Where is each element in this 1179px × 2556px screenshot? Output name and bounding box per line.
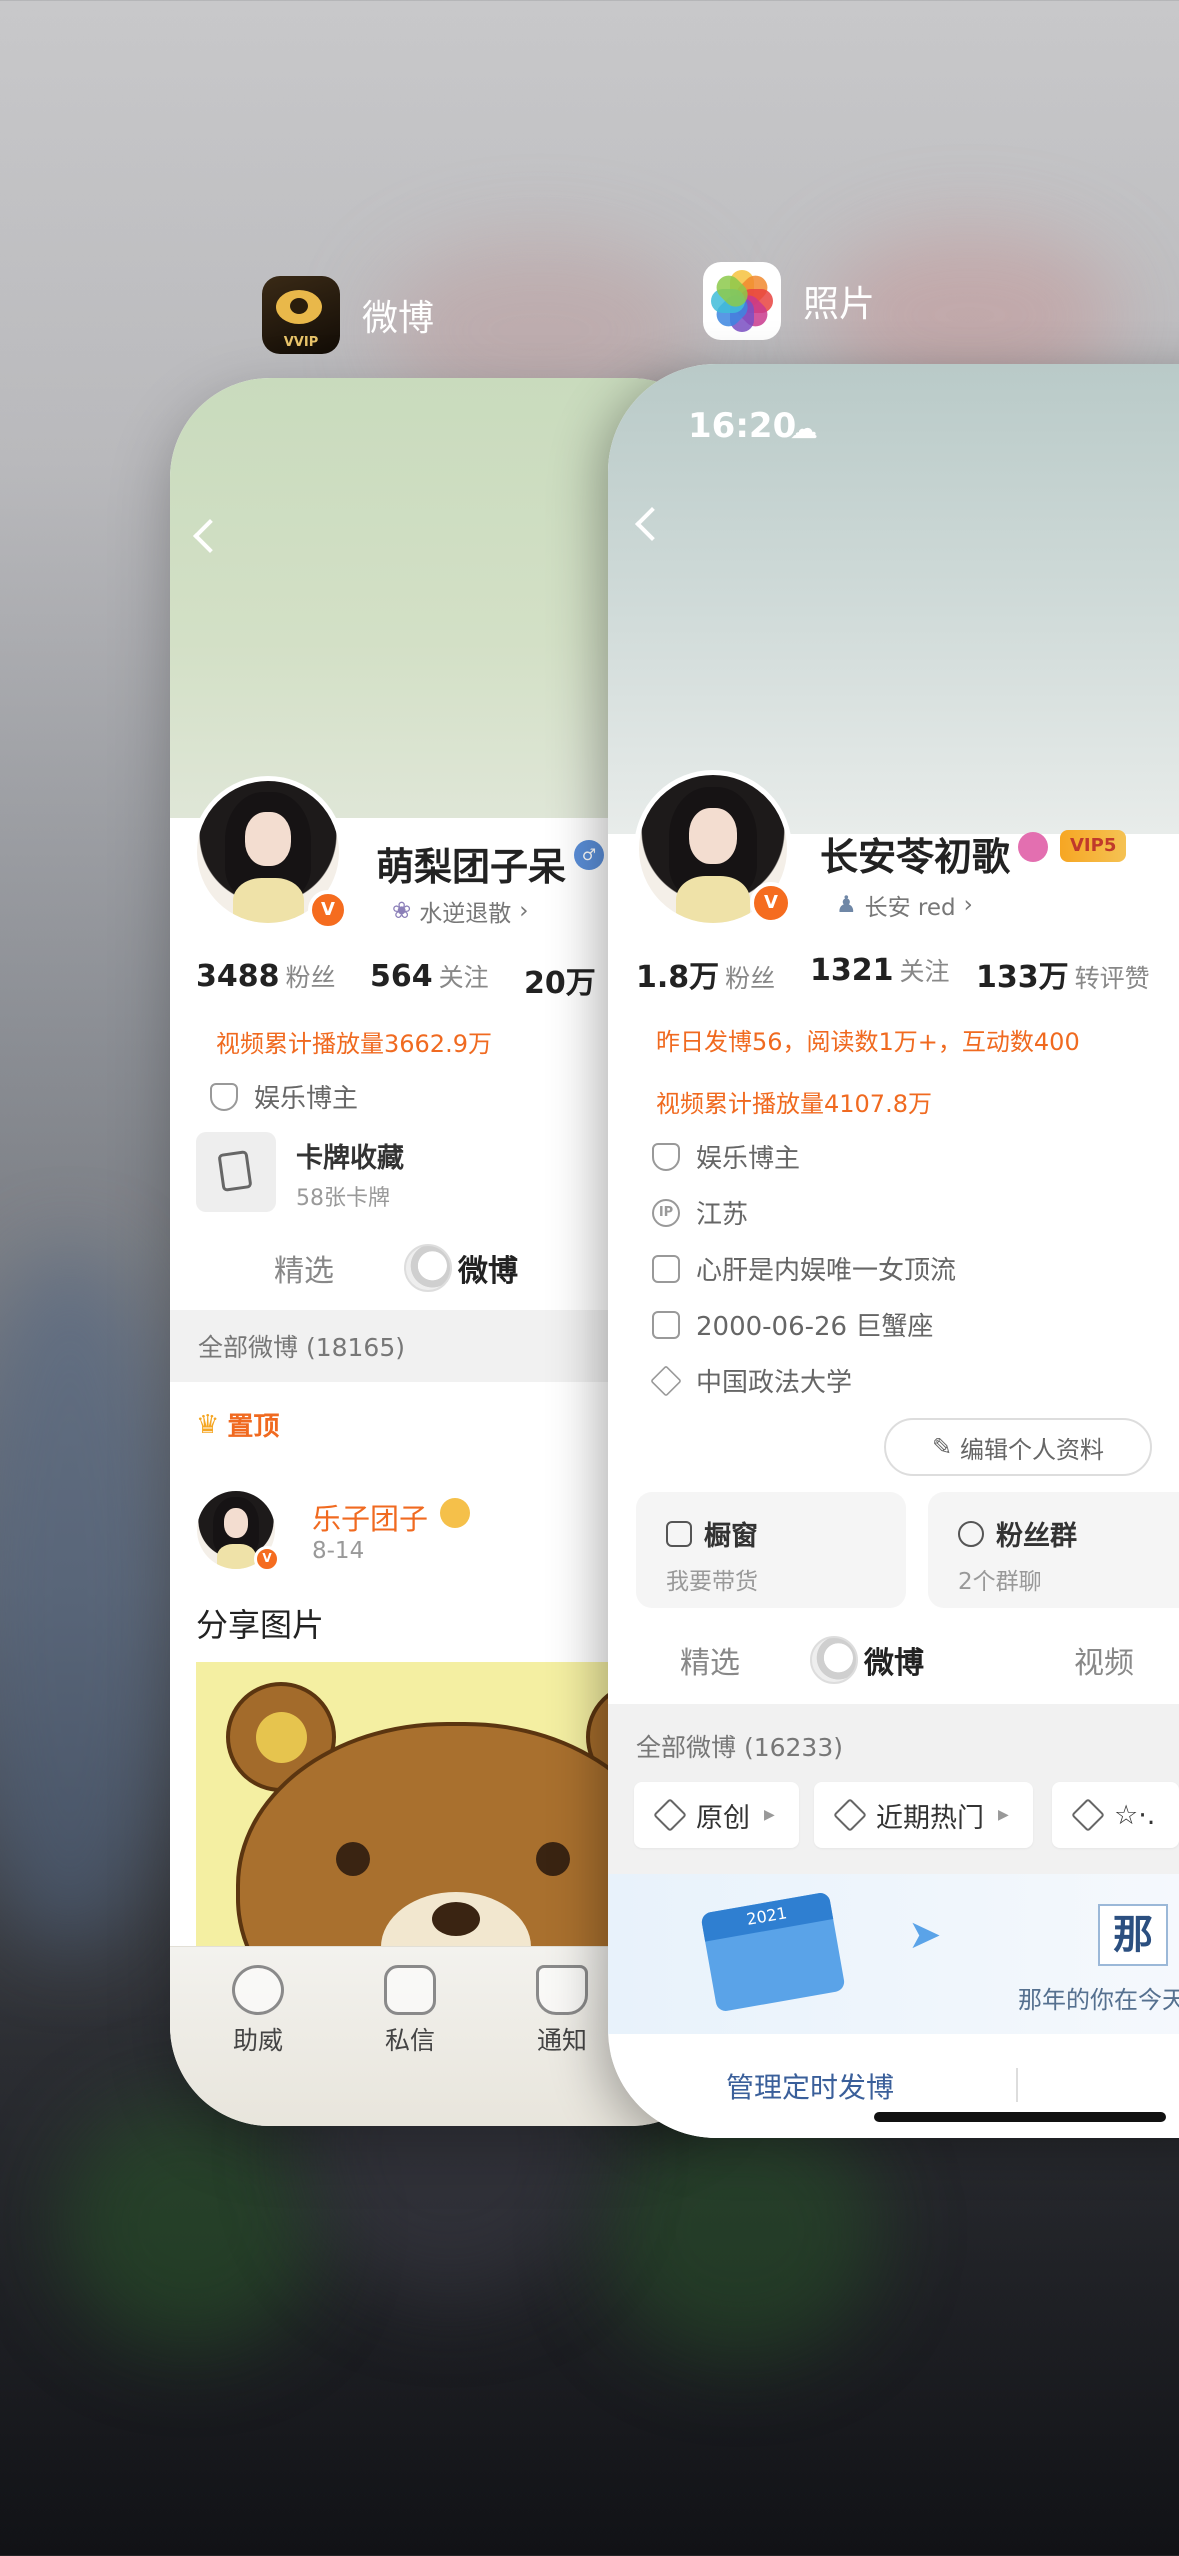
tab-featured[interactable]: 精选 bbox=[680, 1638, 740, 1682]
graduation-cap-icon bbox=[650, 1364, 682, 1397]
location-row: IP 江苏 bbox=[652, 1194, 748, 1231]
moon-icon bbox=[810, 1636, 858, 1684]
group-icon bbox=[958, 1520, 984, 1547]
nav-messages[interactable]: 私信 bbox=[384, 1965, 436, 2057]
stat-following[interactable]: 1321 关注 bbox=[810, 952, 950, 988]
card-collection-icon[interactable] bbox=[196, 1132, 276, 1212]
post-text: 分享图片 bbox=[196, 1606, 325, 1644]
tab-featured[interactable]: 精选 bbox=[274, 1246, 334, 1290]
memory-banner[interactable]: 2021 ➤ 那 那年的你在今天 bbox=[608, 1874, 1179, 2034]
shield-icon bbox=[652, 1142, 680, 1171]
divider bbox=[1016, 2068, 1018, 2102]
stat-likes[interactable]: 20万 bbox=[524, 958, 602, 1002]
stat-followers[interactable]: 3488 粉丝 bbox=[196, 958, 336, 994]
photos-app-icon bbox=[703, 262, 781, 340]
ip-location-icon: IP bbox=[652, 1198, 680, 1227]
photos-app-card[interactable]: 16:20 ☁ V 长安苓初歌 VIP5 ♟ 长安 red › 1.8万 粉丝 1… bbox=[608, 364, 1179, 2138]
post-author[interactable]: 乐子团子 bbox=[312, 1496, 428, 1538]
layers-icon bbox=[833, 1798, 867, 1832]
category-row: 娱乐博主 bbox=[652, 1138, 800, 1175]
profile-tabs: 精选 微博 视频 bbox=[680, 1636, 1134, 1684]
crown-icon: ♛ bbox=[196, 1409, 220, 1440]
member-badge-icon bbox=[440, 1498, 470, 1528]
profile-name: 长安苓初歌 bbox=[820, 835, 1011, 879]
lotus-icon: ❀ bbox=[392, 898, 412, 924]
profile-name: 萌梨团子呆 bbox=[376, 845, 567, 889]
bio-row: 心肝是内娱唯一女顶流 bbox=[652, 1250, 956, 1287]
photos-app-label[interactable]: 照片 bbox=[703, 262, 875, 340]
weibo-app-icon: VVIP bbox=[262, 276, 340, 354]
video-plays: 视频累计播放量4107.8万 bbox=[656, 1090, 932, 1118]
birthday-row: 2000-06-26 巨蟹座 bbox=[652, 1306, 933, 1343]
photos-app-name: 照片 bbox=[803, 284, 876, 325]
filter-recent-hot[interactable]: 近期热门 ▶ bbox=[814, 1782, 1033, 1848]
manage-bar: 管理定时发博 bbox=[608, 2054, 1179, 2138]
manage-scheduled-button[interactable]: 管理定时发博 bbox=[726, 2066, 894, 2106]
profile-tabs: 精选 微博 bbox=[274, 1244, 518, 1292]
status-time: 16:20 bbox=[688, 406, 797, 446]
post-date: 8-14 bbox=[312, 1538, 365, 1564]
chevron-right-icon: › bbox=[519, 898, 529, 924]
gender-female-icon bbox=[1018, 832, 1048, 862]
fan-group-box[interactable]: 粉丝群 2个群聊 bbox=[928, 1492, 1179, 1608]
verified-badge: V bbox=[254, 1546, 280, 1572]
filter-original[interactable]: 原创 ▶ bbox=[634, 1782, 799, 1848]
pinned-label: ♛ 置顶 bbox=[196, 1409, 280, 1443]
layers-icon bbox=[1071, 1798, 1105, 1832]
document-icon bbox=[652, 1254, 680, 1283]
gender-male-icon: ♂ bbox=[574, 840, 604, 870]
filter-custom[interactable]: ☆·. bbox=[1052, 1782, 1179, 1848]
verified-badge: V bbox=[308, 890, 348, 930]
banner-char: 那 bbox=[1098, 1904, 1168, 1966]
weibo-app-name: 微博 bbox=[362, 298, 435, 339]
banner-caption: 那年的你在今天 bbox=[1018, 1986, 1179, 2014]
stat-likes[interactable]: 133万 转评赞 bbox=[976, 952, 1150, 996]
weibo-app-label[interactable]: VVIP 微博 bbox=[262, 276, 434, 354]
background-blur bbox=[60, 2100, 320, 2350]
school-row: 中国政法大学 bbox=[650, 1362, 852, 1399]
triangle-right-icon: ▶ bbox=[998, 1807, 1009, 1823]
fan-badge[interactable]: ❀ 水逆退散 › bbox=[376, 888, 545, 934]
background-blur bbox=[600, 2100, 880, 2360]
pencil-icon: ✎ bbox=[931, 1433, 953, 1461]
tab-weibo[interactable]: 微博 bbox=[810, 1636, 924, 1684]
background-blur bbox=[0, 1250, 180, 1950]
paper-plane-icon: ➤ bbox=[908, 1912, 942, 1958]
message-icon bbox=[384, 1965, 436, 2015]
shield-icon bbox=[210, 1082, 238, 1111]
stat-following[interactable]: 564 关注 bbox=[370, 958, 489, 994]
nav-cheer[interactable]: 助威 bbox=[232, 1965, 284, 2057]
edit-profile-button[interactable]: ✎ 编辑个人资料 bbox=[884, 1418, 1152, 1476]
tab-weibo[interactable]: 微博 bbox=[404, 1244, 518, 1292]
chevron-right-icon: › bbox=[963, 892, 973, 918]
category-row: 娱乐博主 bbox=[210, 1078, 358, 1115]
cheer-icon bbox=[232, 1965, 284, 2015]
cloud-icon: ☁ bbox=[790, 412, 818, 445]
shop-icon bbox=[666, 1520, 692, 1547]
bell-icon bbox=[536, 1965, 588, 2015]
card-collection-sub: 58张卡牌 bbox=[296, 1186, 390, 1211]
verified-badge: V bbox=[750, 882, 792, 924]
calendar-icon bbox=[652, 1310, 680, 1339]
person-icon: ♟ bbox=[836, 892, 857, 918]
moon-icon bbox=[404, 1244, 452, 1292]
tab-video[interactable]: 视频 bbox=[1074, 1638, 1134, 1682]
fan-badge[interactable]: ♟ 长安 red › bbox=[820, 882, 989, 928]
home-indicator[interactable] bbox=[874, 2112, 1166, 2122]
card-collection-title[interactable]: 卡牌收藏 bbox=[296, 1136, 404, 1175]
vip-badge[interactable]: VIP5 bbox=[1060, 830, 1127, 862]
activity-summary: 昨日发博56，阅读数1万+，互动数400 bbox=[656, 1028, 1080, 1056]
stat-followers[interactable]: 1.8万 粉丝 bbox=[636, 952, 775, 996]
calendar-illustration: 2021 bbox=[700, 1891, 846, 2013]
layers-icon bbox=[653, 1798, 687, 1832]
nav-notifications[interactable]: 通知 bbox=[536, 1965, 588, 2057]
video-plays: 视频累计播放量3662.9万 bbox=[216, 1030, 492, 1058]
showcase-box[interactable]: 橱窗 我要带货 bbox=[636, 1492, 906, 1608]
triangle-right-icon: ▶ bbox=[764, 1807, 775, 1823]
